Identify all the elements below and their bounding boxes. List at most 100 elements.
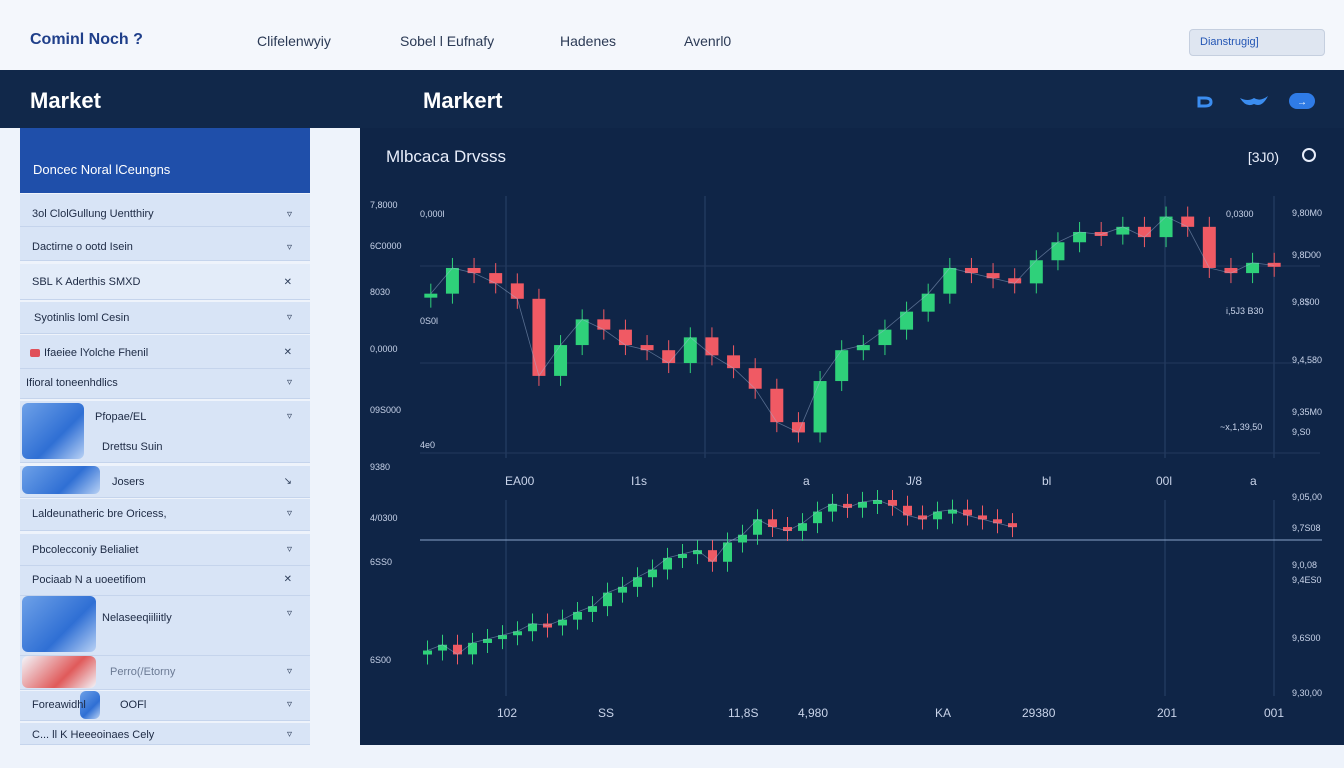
- candle-upper: [1246, 262, 1260, 274]
- sidebar-item-sublabel: Drettsu Suin: [102, 441, 163, 453]
- chevron-icon: ▿: [286, 312, 292, 323]
- candle-upper: [1159, 216, 1173, 238]
- sidebar-item[interactable]: Pbcolecconiy Belialiet ▿: [20, 534, 310, 566]
- y-tick-label: 7,8000: [370, 200, 398, 210]
- x-tick-label: KA: [935, 706, 951, 720]
- thumbnail-image: [22, 403, 84, 459]
- chevron-icon: ▿: [286, 699, 292, 710]
- chevron-icon: ▿: [286, 544, 292, 555]
- candle-lower: [933, 511, 942, 520]
- chart-panel: Mlbcaca Drvsss [3J0) 7,8000 6C0000 8030 0,0…: [360, 128, 1344, 745]
- mid-axis-label: a: [803, 474, 810, 488]
- nav-link-2[interactable]: Sobel l Eufnafy: [400, 33, 494, 49]
- candle-lower: [753, 519, 762, 535]
- top-navigation: [0, 0, 1344, 70]
- candle-lower: [738, 534, 747, 543]
- svg-text:→: →: [1297, 97, 1307, 108]
- sidebar-item[interactable]: Pfopae/EL Drettsu Suin ▿: [20, 401, 310, 463]
- x-tick-label: 29380: [1022, 706, 1056, 720]
- sidebar-item[interactable]: Foreawidhl OOFl ▿: [20, 691, 310, 721]
- candle-lower: [648, 569, 657, 578]
- sidebar-item-label: Josers: [112, 476, 145, 488]
- sidebar-item[interactable]: 3ol ClolGullung Uentthiry ▿: [20, 194, 310, 227]
- sidebar-item-label: SBL K Aderthis SMXD: [32, 276, 141, 288]
- candle-upper: [1029, 260, 1043, 284]
- chevron-icon: ▿: [286, 508, 292, 519]
- flag-icon: [30, 349, 40, 357]
- sidebar-item-label: Laldeunatheric bre Oricess,: [32, 508, 167, 520]
- sidebar-item[interactable]: Nelaseeqiiliitly ▿: [20, 596, 310, 656]
- candle-upper: [445, 267, 459, 294]
- x-tick-label: SS: [598, 706, 614, 720]
- sidebar-item-label: Pfopae/EL: [95, 411, 147, 423]
- sidebar-item[interactable]: Syotinlis loml Cesin ▿: [20, 302, 310, 334]
- mid-axis-label: I1s: [631, 474, 647, 488]
- sidebar-item[interactable]: Ifaeiee lYolche Fhenil ✕: [20, 335, 310, 369]
- sidebar-item-label: Nelaseeqiiliitly: [102, 612, 172, 624]
- chart-icon[interactable]: [1196, 92, 1218, 110]
- candle-upper: [532, 298, 546, 376]
- nav-link-4[interactable]: Avenrl0: [684, 33, 731, 49]
- candle-lower: [723, 542, 732, 562]
- inline-price-label: 0,0300: [1226, 209, 1254, 219]
- close-icon[interactable]: ✕: [284, 277, 292, 288]
- candle-upper: [618, 329, 632, 346]
- y-tick-label-right: 9,05,00: [1292, 492, 1322, 502]
- brand-logo[interactable]: Cominl Noch ?: [30, 31, 143, 49]
- sidebar: Doncec Noral lCeungns 3ol ClolGullung Ue…: [20, 128, 310, 745]
- y-tick-label-right: 9,0,08: [1292, 560, 1317, 570]
- sidebar-item[interactable]: SBL K Aderthis SMXD ✕: [20, 264, 310, 300]
- cloud-icon[interactable]: [1238, 92, 1270, 110]
- candle-lower: [708, 550, 717, 562]
- candle-upper: [835, 350, 849, 382]
- sidebar-item-label: Syotinlis loml Cesin: [34, 312, 130, 324]
- candle-lower: [798, 523, 807, 531]
- candle-upper: [1051, 242, 1065, 261]
- nav-link-1[interactable]: Clifelenwyiy: [257, 33, 331, 49]
- y-tick-label: 6SS0: [370, 557, 392, 567]
- candle-lower: [603, 592, 612, 607]
- y-tick-label: 4/0300: [370, 513, 398, 523]
- candle-upper: [791, 422, 805, 433]
- expand-icon[interactable]: ↘: [284, 476, 292, 487]
- chart-canvas[interactable]: 7,8000 6C0000 8030 0,0000 09S000 9380 9,80M0 9,…: [360, 128, 1344, 745]
- candle-lower: [633, 577, 642, 587]
- inline-price-label: 0S0l: [420, 316, 438, 326]
- nav-link-3[interactable]: Hadenes: [560, 33, 616, 49]
- sidebar-item-label: Foreawidhl: [32, 699, 86, 711]
- thumbnail-image: [22, 466, 100, 494]
- sidebar-item-label: Ifioral toneenhdlics: [26, 377, 118, 389]
- sidebar-title: Market: [30, 88, 101, 113]
- y-tick-label: 6S00: [370, 655, 391, 665]
- sidebar-heading: Doncec Noral lCeungns: [20, 128, 310, 193]
- candle-upper: [489, 273, 503, 284]
- sidebar-item[interactable]: Pociaab N a uoeetifiom ✕: [20, 566, 310, 596]
- candle-upper: [705, 337, 719, 356]
- chevron-icon: ▿: [286, 242, 292, 253]
- toggle-icon[interactable]: →: [1288, 92, 1316, 110]
- chevron-icon: ▿: [286, 209, 292, 220]
- chevron-icon: ▿: [286, 377, 292, 388]
- x-tick-label: 001: [1264, 706, 1284, 720]
- chevron-icon: ▿: [286, 729, 292, 740]
- candle-lower: [528, 623, 537, 632]
- sidebar-item[interactable]: C... ll K Heeeoinaes Cely ▿: [20, 723, 310, 745]
- sidebar-item[interactable]: Ifioral toneenhdlics ▿: [20, 369, 310, 399]
- search-input[interactable]: Dianstrugig]: [1189, 29, 1325, 56]
- candle-lower: [468, 642, 477, 655]
- sidebar-item[interactable]: Dactirne o ootd Isein ▿: [20, 227, 310, 261]
- sidebar-item[interactable]: Perro(/Etorny ▿: [20, 656, 310, 690]
- sidebar-item[interactable]: Laldeunatheric bre Oricess, ▿: [20, 499, 310, 531]
- page-title: Markert: [423, 88, 503, 113]
- candle-lower: [813, 511, 822, 524]
- y-tick-label: 0,0000: [370, 344, 398, 354]
- candle-upper: [1181, 216, 1195, 227]
- candle-upper: [813, 381, 827, 433]
- close-icon[interactable]: ✕: [284, 574, 292, 585]
- candle-upper: [900, 311, 914, 330]
- y-tick-label-right: 9,6S00: [1292, 633, 1321, 643]
- thumbnail-image: [22, 656, 96, 688]
- sidebar-item-label: 3ol ClolGullung Uentthiry: [32, 208, 154, 220]
- sidebar-item[interactable]: Josers ↘: [20, 466, 310, 498]
- close-icon[interactable]: ✕: [284, 347, 292, 358]
